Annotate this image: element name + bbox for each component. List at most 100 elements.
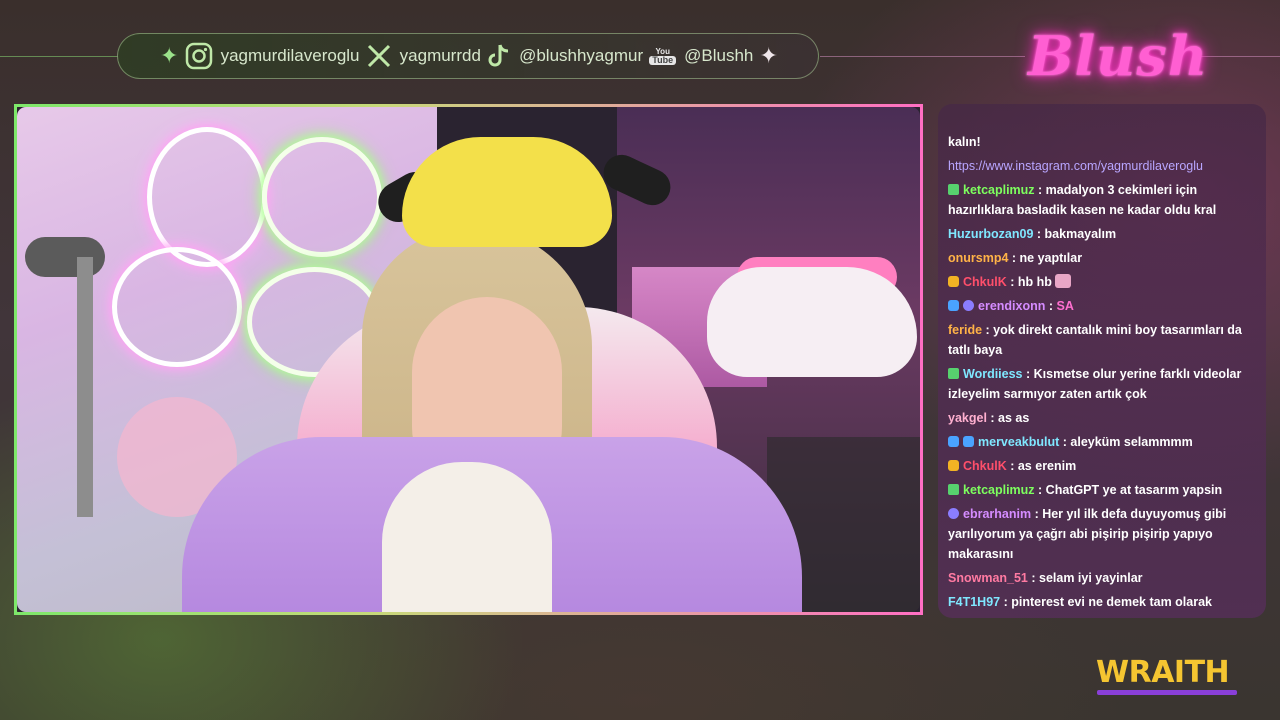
tiktok-icon [487, 43, 511, 69]
chat-text: SA [1056, 299, 1074, 313]
chat-badge-icon [948, 184, 959, 195]
chat-text: yok direkt cantalık mini boy tasarımları… [948, 323, 1242, 357]
chat-message: ebrarhanim : Her yıl ilk defa duyuyomuş … [948, 504, 1256, 564]
sparkle-icon: ✦ [160, 43, 179, 68]
chat-badge-icon [963, 436, 974, 447]
top-divider-left [0, 56, 118, 57]
chat-separator: : [1033, 227, 1045, 241]
chat-badge-icon [948, 368, 959, 379]
chat-text: ne yaptılar [1019, 251, 1083, 265]
chat-message: Snowman_51 : selam iyi yayinlar [948, 568, 1256, 588]
chat-username[interactable]: onursmp4 [948, 251, 1008, 265]
social-x[interactable]: yagmurrdd [366, 43, 481, 69]
chat-username[interactable]: feride [948, 323, 982, 337]
chat-username[interactable]: Snowman_51 [948, 571, 1028, 585]
microphone [25, 237, 105, 277]
chat-text: selam iyi yayinlar [1039, 571, 1143, 585]
chat-separator: : [1022, 367, 1034, 381]
chat-username[interactable]: Wordiiess [963, 367, 1023, 381]
instagram-icon [185, 42, 213, 70]
chat-separator: : [1031, 507, 1043, 521]
neon-smiley-sign [112, 247, 242, 367]
instagram-handle: yagmurdilaveroglu [220, 46, 360, 65]
youtube-handle: @Blushh [684, 46, 754, 65]
chat-username[interactable]: ketcaplimuz [963, 183, 1035, 197]
chat-separator: : [1045, 299, 1057, 313]
chat-badge-icon [948, 436, 959, 447]
chat-message: kalın! [948, 132, 1256, 152]
chat-link[interactable]: https://www.instagram.com/yagmurdilavero… [948, 159, 1203, 173]
chat-separator: : [1006, 459, 1018, 473]
chat-separator: : [986, 411, 999, 425]
x-handle: yagmurrdd [399, 46, 481, 65]
chat-panel: kalın! https://www.instagram.com/yagmurdi… [938, 104, 1266, 618]
chat-message: ketcaplimuz : madalyon 3 cekimleri için … [948, 180, 1256, 220]
chat-message: https://www.instagram.com/yagmurdilavero… [948, 156, 1256, 176]
chat-text: as as [998, 411, 1030, 425]
chat-text: hb hb [1017, 275, 1052, 289]
chat-message: ChkulK : hb hb [948, 272, 1256, 292]
chat-separator: : [1006, 275, 1018, 289]
chat-username[interactable]: F4T1H97 [948, 595, 1000, 609]
chat-text: as erenim [1017, 459, 1077, 473]
chat-separator: : [1034, 483, 1046, 497]
social-instagram[interactable]: yagmurdilaveroglu [185, 42, 360, 70]
blush-logo: Blush [1028, 24, 1209, 88]
pikachu-hat [402, 137, 612, 247]
chat-message: Wordiiess : Kısmetse olur yerine farklı … [948, 364, 1256, 404]
chat-text: bakmayalım [1044, 227, 1117, 241]
chat-emote-icon [1054, 274, 1071, 288]
top-divider-far-right [1200, 56, 1280, 57]
chat-username[interactable]: ebrarhanim [963, 507, 1031, 521]
chat-message: feride : yok direkt cantalık mini boy ta… [948, 320, 1256, 360]
chat-badge-icon [948, 508, 959, 519]
tiktok-handle: @blushhyagmur [519, 46, 644, 65]
chat-message: F4T1H97 : pinterest evi ne demek tam ola… [948, 592, 1256, 612]
chat-username[interactable]: Huzurbozan09 [948, 227, 1033, 241]
chat-separator: : [1000, 595, 1012, 609]
chat-username[interactable]: erendixonn [978, 299, 1045, 313]
streamer-shirt [382, 462, 552, 612]
chat-text: ChatGPT ye at tasarım yapsin [1045, 483, 1223, 497]
unicorn-plush [707, 267, 917, 377]
sponsor-logo: WRAITH [1096, 655, 1230, 690]
chat-username[interactable]: merveakbulut [978, 435, 1059, 449]
chat-username[interactable]: ketcaplimuz [963, 483, 1035, 497]
chat-message: Huzurbozan09 : bakmayalım [948, 224, 1256, 244]
chat-username[interactable]: yakgel [948, 411, 987, 425]
chat-message: merveakbulut : aleyküm selammmm [948, 432, 1256, 452]
chat-separator: : [1027, 571, 1039, 585]
sponsor-underline [1097, 690, 1237, 695]
chat-text: kalın! [948, 135, 981, 149]
microphone-arm [77, 257, 93, 517]
neon-smiley-sign [262, 137, 382, 257]
youtube-icon: You Tube [649, 47, 677, 65]
chat-separator: : [1008, 251, 1020, 265]
chat-badge-icon [948, 484, 959, 495]
chat-separator: : [1059, 435, 1071, 449]
chat-message: erendixonn : SA [948, 296, 1256, 316]
chat-text: pinterest evi ne demek tam olarak [1011, 595, 1212, 609]
chat-text: aleyküm selammmm [1070, 435, 1193, 449]
chat-separator: : [982, 323, 994, 337]
chat-badge-icon [948, 460, 959, 471]
top-divider-right [820, 56, 1025, 57]
chat-badge-icon [948, 276, 959, 287]
sparkle-icon: ✦ [759, 43, 778, 68]
neon-smiley-sign [147, 127, 267, 267]
chat-username[interactable]: ChkulK [963, 275, 1007, 289]
chat-message: yakgel : as as [948, 408, 1256, 428]
x-logo-icon [366, 43, 392, 69]
chat-badge-icon [948, 300, 959, 311]
social-links-bar: ✦ yagmurdilaveroglu yagmurrdd @blushhyag… [117, 33, 819, 79]
chat-message: ChkulK : as erenim [948, 456, 1256, 476]
chat-message: ketcaplimuz : ChatGPT ye at tasarım yaps… [948, 480, 1256, 500]
chat-message: onursmp4 : ne yaptılar [948, 248, 1256, 268]
chat-username[interactable]: ChkulK [963, 459, 1007, 473]
social-tiktok[interactable]: @blushhyagmur [487, 43, 643, 69]
youtube-badge-bottom: Tube [649, 56, 677, 65]
chat-separator: : [1034, 183, 1046, 197]
social-youtube[interactable]: You Tube @Blushh [649, 46, 753, 66]
webcam-video [14, 104, 923, 615]
chat-badge-icon [963, 300, 974, 311]
